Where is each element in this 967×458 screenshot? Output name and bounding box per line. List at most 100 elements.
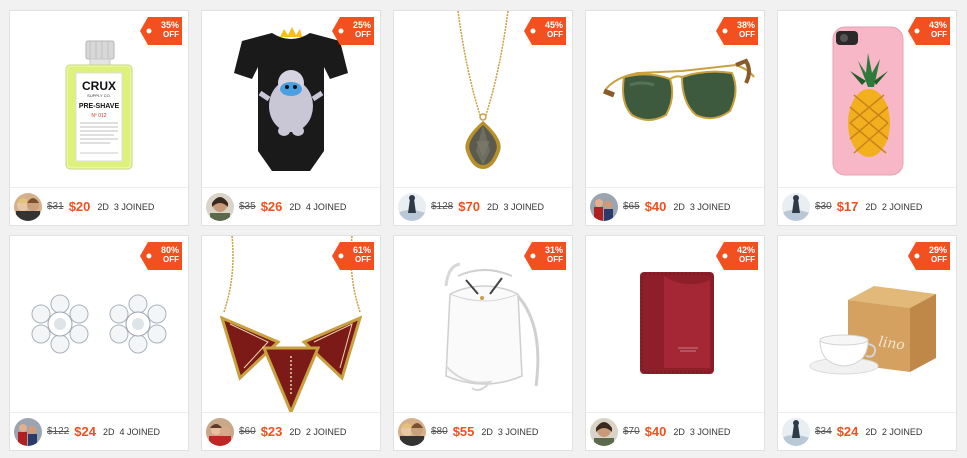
deal-footer: $34 $24 2D 2 JOINED bbox=[778, 412, 956, 450]
discount-badge: 29% OFF bbox=[908, 242, 950, 270]
product-card[interactable]: 42% OFF $70 $40 2D 3 JOINED bbox=[585, 235, 765, 451]
discount-off-label: OFF bbox=[739, 30, 755, 39]
avatar[interactable] bbox=[14, 192, 42, 221]
discount-percent: 61% bbox=[352, 245, 371, 255]
avatar[interactable] bbox=[590, 192, 618, 221]
discount-badge: 35% OFF bbox=[140, 17, 182, 45]
original-price: $60 bbox=[239, 426, 256, 437]
product-card[interactable]: 38% OFF $65 $40 2D 3 JOINED bbox=[585, 10, 765, 226]
discount-off-label: OFF bbox=[931, 255, 947, 264]
joined-count: 2 JOINED bbox=[305, 426, 347, 437]
sale-price: $70 bbox=[458, 199, 480, 214]
original-price: $34 bbox=[815, 426, 832, 437]
avatar[interactable] bbox=[206, 192, 234, 221]
avatar[interactable] bbox=[14, 417, 42, 446]
product-card[interactable]: 61% OFF $60 $23 2D 2 JOINED bbox=[201, 235, 381, 451]
discount-badge: 43% OFF bbox=[908, 17, 950, 45]
crux-brand-text: CRUX bbox=[82, 79, 116, 93]
discount-off-label: OFF bbox=[739, 255, 755, 264]
days-left: 2D bbox=[486, 201, 499, 212]
days-left: 2D bbox=[289, 426, 301, 437]
discount-off-label: OFF bbox=[163, 255, 179, 264]
product-card[interactable]: 25% OFF $35 $26 2D 4 JOINED bbox=[201, 10, 381, 226]
days-left: 2D bbox=[673, 201, 685, 212]
original-price: $35 bbox=[239, 201, 256, 212]
joined-count: 2 JOINED bbox=[881, 426, 923, 437]
discount-off-label: OFF bbox=[355, 255, 371, 264]
deal-footer: $65 $40 2D 3 JOINED bbox=[586, 187, 764, 225]
discount-percent: 25% bbox=[352, 20, 371, 30]
sale-price: $23 bbox=[260, 424, 283, 439]
days-left: 2D bbox=[481, 426, 493, 437]
discount-badge: 38% OFF bbox=[716, 17, 758, 45]
days-left: 2D bbox=[289, 201, 301, 212]
joined-count: 3 JOINED bbox=[113, 201, 155, 212]
product-card[interactable]: 31% OFF $80 $55 2D 3 JOINED bbox=[393, 235, 573, 451]
svg-text:Nº 012: Nº 012 bbox=[91, 113, 106, 119]
discount-off-label: OFF bbox=[355, 30, 371, 39]
discount-percent: 29% bbox=[928, 245, 947, 255]
original-price: $128 bbox=[431, 201, 454, 212]
deal-footer: $60 $23 2D 2 JOINED bbox=[202, 412, 380, 450]
original-price: $30 bbox=[815, 201, 832, 212]
sale-price: $24 bbox=[836, 424, 859, 439]
discount-off-label: OFF bbox=[163, 30, 179, 39]
avatar[interactable] bbox=[206, 417, 234, 446]
discount-badge: 31% OFF bbox=[524, 242, 566, 270]
product-card[interactable]: 45% OFF $128 $70 2D 3 JOINED bbox=[393, 10, 573, 226]
days-left: 2D bbox=[673, 426, 685, 437]
discount-badge: 80% OFF bbox=[140, 242, 182, 270]
deal-footer: $70 $40 2D 3 JOINED bbox=[586, 412, 764, 450]
product-card[interactable]: CRUX SUPPLY CO. PRE-SHAVE Nº 012 35% OFF… bbox=[9, 10, 189, 226]
joined-count: 2 JOINED bbox=[881, 201, 923, 212]
original-price: $122 bbox=[47, 426, 70, 437]
sale-price: $20 bbox=[68, 199, 91, 214]
joined-count: 4 JOINED bbox=[305, 201, 347, 212]
avatar[interactable] bbox=[398, 417, 426, 446]
sale-price: $40 bbox=[644, 199, 667, 214]
avatar[interactable] bbox=[782, 417, 810, 446]
deal-footer: $31 $20 2D 3 JOINED bbox=[10, 187, 188, 225]
discount-percent: 31% bbox=[544, 245, 563, 255]
joined-count: 4 JOINED bbox=[119, 426, 160, 437]
sale-price: $40 bbox=[644, 424, 667, 439]
original-price: $31 bbox=[47, 201, 64, 212]
days-left: 2D bbox=[865, 426, 877, 437]
sale-price: $26 bbox=[260, 199, 283, 214]
svg-text:PRE-SHAVE: PRE-SHAVE bbox=[79, 103, 120, 110]
deal-footer: $122 $24 2D 4 JOINED bbox=[10, 412, 188, 450]
deal-footer: $128 $70 2D 3 JOINED bbox=[394, 187, 572, 225]
product-card[interactable]: 43% OFF $30 $17 2D 2 JOINED bbox=[777, 10, 957, 226]
sale-price: $55 bbox=[452, 424, 475, 439]
discount-percent: 38% bbox=[736, 20, 755, 30]
discount-badge: 61% OFF bbox=[332, 242, 374, 270]
discount-badge: 25% OFF bbox=[332, 17, 374, 45]
avatar[interactable] bbox=[590, 417, 618, 446]
deal-footer: $80 $55 2D 3 JOINED bbox=[394, 412, 572, 450]
discount-percent: 80% bbox=[160, 245, 179, 255]
original-price: $70 bbox=[623, 426, 640, 437]
avatar[interactable] bbox=[398, 192, 426, 221]
days-left: 2D bbox=[865, 201, 877, 212]
discount-percent: 43% bbox=[928, 20, 947, 30]
avatar[interactable] bbox=[782, 192, 810, 221]
discount-percent: 42% bbox=[736, 245, 755, 255]
original-price: $65 bbox=[623, 201, 640, 212]
discount-off-label: OFF bbox=[547, 255, 563, 264]
joined-count: 3 JOINED bbox=[689, 426, 731, 437]
joined-count: 3 JOINED bbox=[497, 426, 539, 437]
discount-percent: 45% bbox=[544, 20, 563, 30]
joined-count: 3 JOINED bbox=[503, 201, 544, 212]
deal-footer: $30 $17 2D 2 JOINED bbox=[778, 187, 956, 225]
discount-badge: 42% OFF bbox=[716, 242, 758, 270]
svg-text:SUPPLY CO.: SUPPLY CO. bbox=[87, 93, 111, 98]
discount-off-label: OFF bbox=[931, 30, 947, 39]
sale-price: $17 bbox=[836, 199, 859, 214]
product-card[interactable]: lino 29% OFF $34 $24 2D 2 JOINED bbox=[777, 235, 957, 451]
sale-price: $24 bbox=[74, 424, 96, 439]
deal-footer: $35 $26 2D 4 JOINED bbox=[202, 187, 380, 225]
discount-percent: 35% bbox=[160, 20, 179, 30]
product-grid: CRUX SUPPLY CO. PRE-SHAVE Nº 012 35% OFF… bbox=[9, 10, 957, 451]
original-price: $80 bbox=[431, 426, 448, 437]
product-card[interactable]: 80% OFF $122 $24 2D 4 JOINED bbox=[9, 235, 189, 451]
